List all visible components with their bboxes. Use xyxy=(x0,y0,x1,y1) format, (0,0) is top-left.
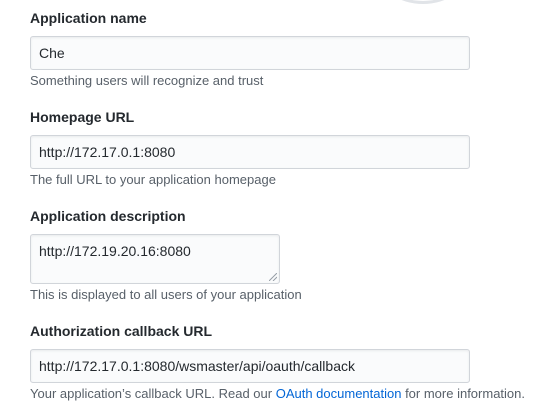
application-description-textarea[interactable]: http://172.19.20.16:8080 xyxy=(30,234,280,284)
resize-handle-icon[interactable] xyxy=(269,273,277,281)
application-name-note: Something users will recognize and trust xyxy=(30,73,264,88)
application-name-label: Application name xyxy=(30,10,147,26)
homepage-url-note: The full URL to your application homepag… xyxy=(30,172,276,187)
logo-upload-avatar[interactable] xyxy=(378,0,468,4)
callback-url-input[interactable]: http://172.17.0.1:8080/wsmaster/api/oaut… xyxy=(30,349,470,383)
application-description-note: This is displayed to all users of your a… xyxy=(30,287,302,302)
homepage-url-input[interactable]: http://172.17.0.1:8080 xyxy=(30,135,470,169)
application-description-label: Application description xyxy=(30,208,186,224)
application-description-value: http://172.19.20.16:8080 xyxy=(39,243,191,259)
callback-note-prefix: Your application’s callback URL. Read ou… xyxy=(30,386,276,401)
oauth-documentation-link[interactable]: OAuth documentation xyxy=(276,386,402,401)
homepage-url-label: Homepage URL xyxy=(30,109,135,125)
callback-url-label: Authorization callback URL xyxy=(30,323,213,339)
application-name-input[interactable]: Che xyxy=(30,36,470,70)
callback-note-suffix: for more information. xyxy=(401,386,525,401)
callback-url-note: Your application’s callback URL. Read ou… xyxy=(30,386,525,402)
